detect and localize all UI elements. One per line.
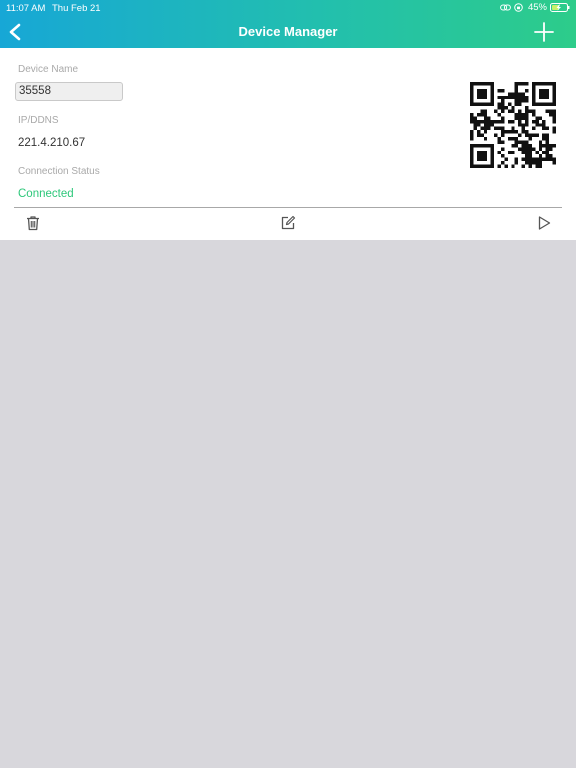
status-time: 11:07 AM — [6, 3, 46, 14]
device-card: Device Name 35558 IP/DDNS 221.4.210.67 C… — [0, 48, 576, 240]
status-date: Thu Feb 21 — [52, 3, 101, 14]
play-icon[interactable] — [536, 215, 552, 231]
plus-icon[interactable] — [534, 22, 554, 42]
device-name-field[interactable]: 35558 — [15, 82, 123, 101]
status-bar: 11:07 AM Thu Feb 21 45% — [0, 0, 576, 16]
page-title: Device Manager — [238, 24, 338, 39]
device-name-label: Device Name — [18, 64, 79, 75]
battery-percent: 45% — [527, 2, 547, 13]
status-indicators: 45% — [500, 2, 570, 13]
edit-icon[interactable] — [280, 215, 296, 231]
connection-status-value: Connected — [18, 188, 74, 200]
connection-status-label: Connection Status — [18, 166, 100, 177]
orientation-lock-icon — [514, 3, 523, 12]
header: 11:07 AM Thu Feb 21 45% Device Manager — [0, 0, 576, 48]
battery-charging-icon — [550, 3, 570, 12]
divider — [14, 207, 562, 208]
link-icon — [500, 4, 511, 11]
qr-code-icon — [470, 82, 556, 168]
ip-value: 221.4.210.67 — [18, 137, 86, 149]
ip-label: IP/DDNS — [18, 115, 59, 126]
trash-icon[interactable] — [25, 215, 41, 231]
